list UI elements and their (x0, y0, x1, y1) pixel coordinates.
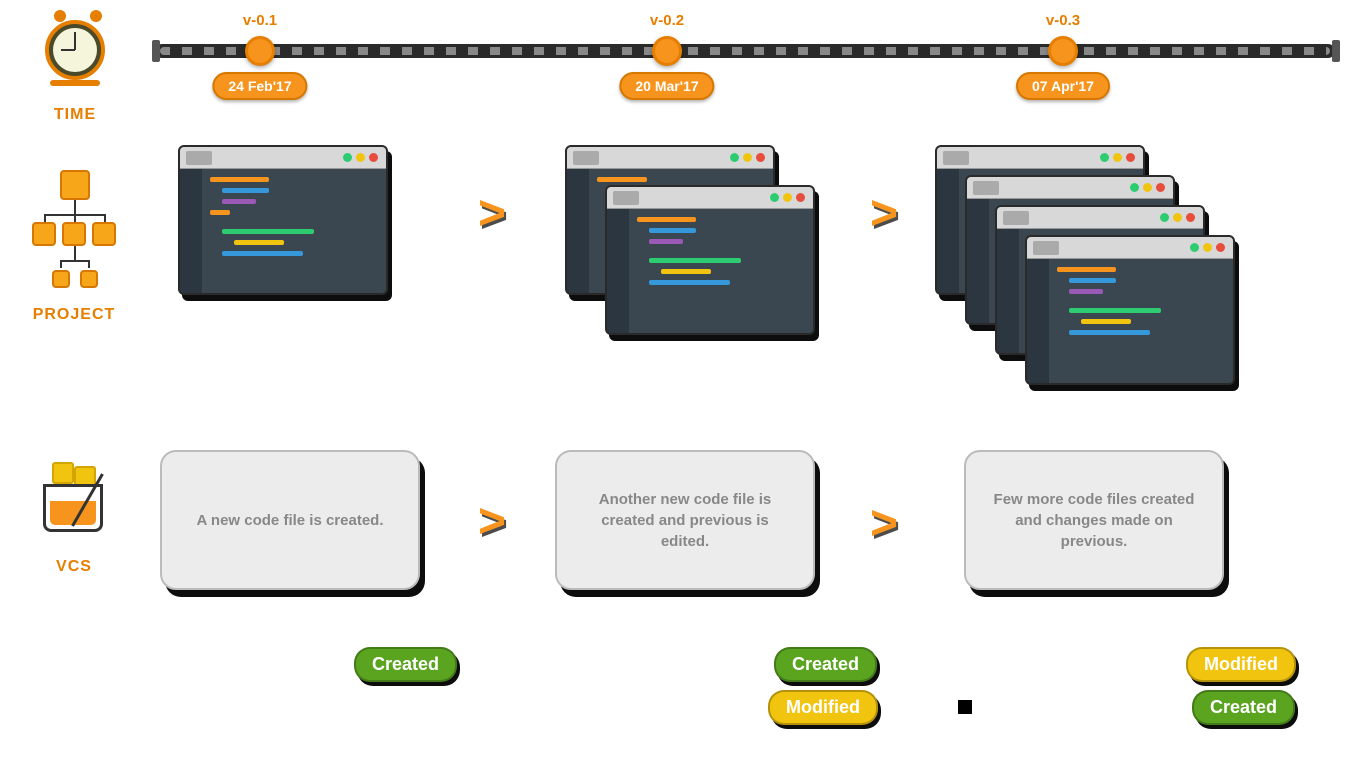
vcs-card-1: A new code file is created. (160, 450, 420, 590)
code-window (605, 185, 815, 335)
spacer-square (958, 700, 972, 714)
version-date-3: 07 Apr'17 (1016, 72, 1110, 100)
tree-icon (30, 170, 120, 300)
vcs-card-text: Few more code files created and changes … (986, 489, 1202, 552)
version-date-1: 24 Feb'17 (212, 72, 307, 100)
chevron-icon: > (870, 500, 898, 548)
code-window (178, 145, 388, 295)
version-dot-1 (245, 36, 275, 66)
modified-badge: Modified (768, 690, 878, 725)
vcs-card-text: A new code file is created. (196, 510, 383, 531)
vcs-card-text: Another new code file is created and pre… (577, 489, 793, 552)
vcs-card-3: Few more code files created and changes … (964, 450, 1224, 590)
bucket-icon (32, 462, 114, 544)
created-badge: Created (354, 647, 457, 682)
created-badge: Created (1192, 690, 1295, 725)
version-label-1: v-0.1 (243, 12, 277, 29)
project-row-label: PROJECT (14, 306, 134, 324)
version-dot-3 (1048, 36, 1078, 66)
code-window (1025, 235, 1235, 385)
chevron-icon: > (478, 498, 506, 546)
vcs-card-2: Another new code file is created and pre… (555, 450, 815, 590)
time-row-label: TIME (15, 106, 135, 124)
vcs-row-label: VCS (14, 558, 134, 576)
timeline-clip-right (1332, 40, 1340, 62)
timeline-clip-left (152, 40, 160, 62)
version-dot-2 (652, 36, 682, 66)
clock-icon (40, 20, 110, 100)
created-badge: Created (774, 647, 877, 682)
version-label-3: v-0.3 (1046, 12, 1080, 29)
timeline-dashes (160, 47, 1330, 55)
version-date-2: 20 Mar'17 (619, 72, 714, 100)
modified-badge: Modified (1186, 647, 1296, 682)
chevron-icon: > (870, 190, 898, 238)
version-label-2: v-0.2 (650, 12, 684, 29)
chevron-icon: > (478, 190, 506, 238)
